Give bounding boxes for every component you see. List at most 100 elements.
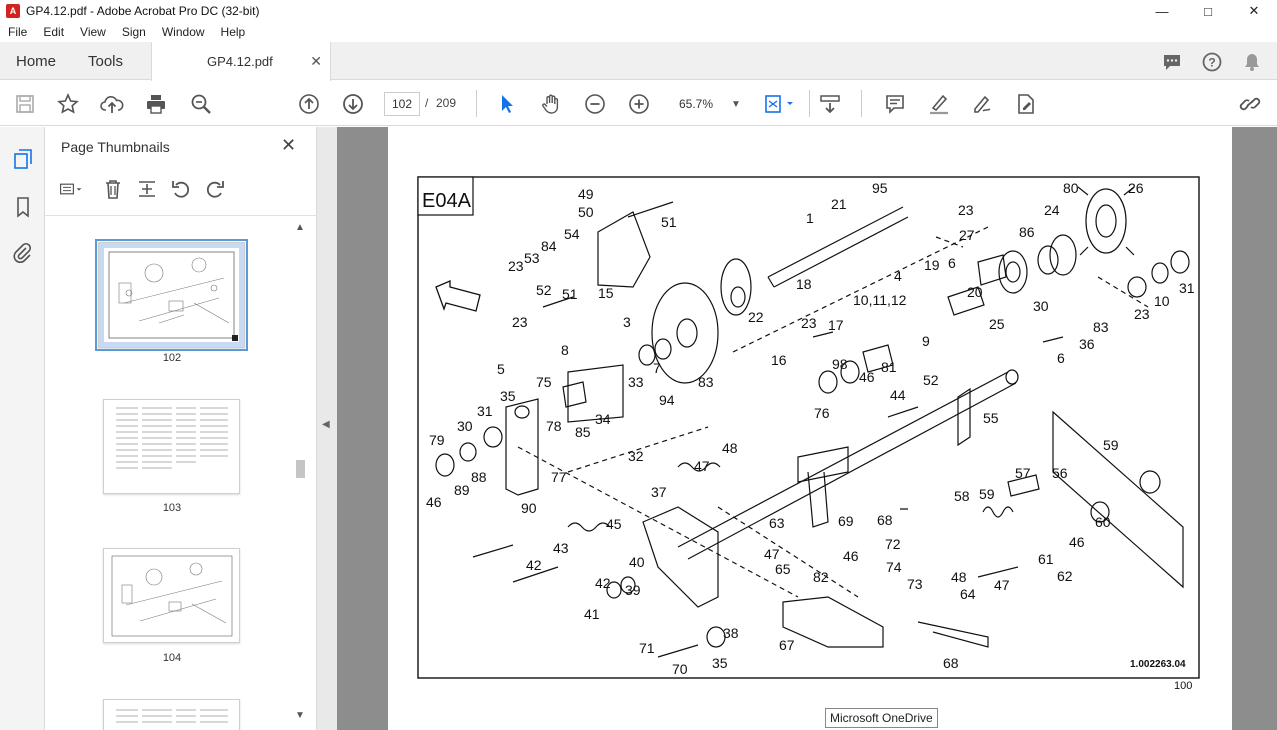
- page-up-icon[interactable]: [296, 91, 322, 117]
- part-callout: 94: [659, 392, 675, 408]
- menu-edit[interactable]: Edit: [35, 25, 72, 39]
- select-arrow-icon[interactable]: [494, 91, 520, 117]
- part-callout: 23: [512, 314, 528, 330]
- print-icon[interactable]: [143, 91, 169, 117]
- thumbnails-scrollbar[interactable]: ▲ ▼: [293, 220, 307, 728]
- window-title: GP4.12.pdf - Adobe Acrobat Pro DC (32-bi…: [26, 4, 260, 18]
- share-link-icon[interactable]: [1237, 91, 1263, 117]
- part-callout: 6: [948, 255, 956, 271]
- part-callout: 8: [561, 342, 569, 358]
- minimize-icon[interactable]: —: [1139, 0, 1185, 22]
- collapse-panel-icon[interactable]: ◀: [322, 419, 330, 430]
- edit-pdf-icon[interactable]: [1013, 91, 1039, 117]
- close-window-icon[interactable]: ✕: [1231, 0, 1277, 22]
- document-view[interactable]: E04A 1.002263.04 100 49 50 51 53 84 54 2…: [337, 127, 1277, 730]
- exploded-parts-diagram: E04A 1.002263.04 100 4950515384542352 51…: [417, 176, 1200, 692]
- tab-tools[interactable]: Tools: [88, 42, 123, 80]
- part-callout: 51: [562, 286, 578, 302]
- part-callout: 30: [457, 418, 473, 434]
- menu-help[interactable]: Help: [213, 25, 254, 39]
- part-callout: 46: [426, 494, 442, 510]
- bookmark-icon[interactable]: [11, 195, 35, 219]
- comment-icon[interactable]: [882, 91, 908, 117]
- rotate-right-icon[interactable]: [203, 177, 227, 201]
- zoom-search-icon[interactable]: [188, 91, 214, 117]
- scrollbar-thumb[interactable]: [296, 460, 305, 478]
- page-number-input[interactable]: 102: [384, 92, 420, 116]
- part-callout: 76: [814, 405, 830, 421]
- save-icon[interactable]: [12, 91, 38, 117]
- part-callout: 43: [553, 540, 569, 556]
- menu-window[interactable]: Window: [154, 25, 213, 39]
- part-callout: 7: [653, 360, 661, 376]
- part-callout: 85: [575, 424, 591, 440]
- hand-icon[interactable]: [538, 91, 564, 117]
- thumbnail-preview: [116, 407, 228, 469]
- thumbnail-label: 104: [162, 652, 182, 664]
- sign-icon[interactable]: [969, 91, 995, 117]
- part-callout: 65: [775, 561, 791, 577]
- delete-page-icon[interactable]: [101, 177, 125, 201]
- direction-arrow: [435, 280, 481, 312]
- page-down-icon[interactable]: [340, 91, 366, 117]
- attachment-icon[interactable]: [11, 241, 35, 265]
- upload-icon[interactable]: [99, 91, 125, 117]
- part-callout: 81: [881, 359, 897, 375]
- part-callout: 46: [843, 548, 859, 564]
- menu-sign[interactable]: Sign: [114, 25, 154, 39]
- part-callout: 46: [859, 369, 875, 385]
- scroll-up-icon[interactable]: ▲: [295, 222, 305, 233]
- close-tab-icon[interactable]: ✕: [310, 53, 322, 70]
- rotate-left-icon[interactable]: [169, 177, 193, 201]
- part-callout: 54: [564, 226, 580, 242]
- comment-bubble-icon[interactable]: [1161, 51, 1183, 73]
- extract-page-icon[interactable]: [135, 177, 159, 201]
- part-callout: 16: [771, 352, 787, 368]
- menu-view[interactable]: View: [72, 25, 114, 39]
- thumbnail-page-102[interactable]: [95, 239, 248, 351]
- part-callout: 56: [1052, 465, 1068, 481]
- toolbar-divider: [476, 90, 477, 117]
- fit-page-icon[interactable]: [762, 91, 798, 117]
- part-callout: 18: [796, 276, 812, 292]
- page-thumbnails-icon[interactable]: [11, 147, 35, 171]
- part-callout: 25: [989, 316, 1005, 332]
- close-panel-icon[interactable]: ✕: [281, 135, 296, 156]
- notification-bell-icon[interactable]: [1241, 51, 1263, 73]
- ref-code: E04A: [422, 190, 472, 212]
- part-callout: 95: [872, 180, 888, 196]
- part-callout: 75: [536, 374, 552, 390]
- part-callout: 41: [584, 606, 600, 622]
- toolbar-divider: [861, 90, 862, 117]
- scroll-down-icon[interactable]: ▼: [295, 710, 305, 721]
- part-callout: 42: [526, 557, 542, 573]
- scroll-mode-icon[interactable]: [817, 91, 843, 117]
- part-callout: 50: [578, 204, 594, 220]
- zoom-out-icon[interactable]: [582, 91, 608, 117]
- tab-home[interactable]: Home: [16, 42, 56, 80]
- part-callout: 67: [779, 637, 795, 653]
- maximize-icon[interactable]: □: [1185, 0, 1231, 22]
- part-callout: 88: [471, 469, 487, 485]
- thumbnail-page-105[interactable]: [103, 699, 240, 730]
- part-callout: 38: [723, 625, 739, 641]
- help-icon[interactable]: ?: [1201, 51, 1223, 73]
- thumbnail-page-103[interactable]: [103, 399, 240, 494]
- part-callout: 23: [958, 202, 974, 218]
- highlight-icon[interactable]: [926, 91, 952, 117]
- thumbnail-options-icon[interactable]: [59, 177, 83, 201]
- thumbnails-panel: Page Thumbnails ✕ 102 103 104 ▲ ▼: [45, 127, 317, 730]
- part-callout: 45: [606, 516, 622, 532]
- page-separator: /: [425, 96, 429, 110]
- zoom-level-select[interactable]: 65.7% ▼: [668, 92, 741, 116]
- star-icon[interactable]: [55, 91, 81, 117]
- tab-document[interactable]: GP4.12.pdf ✕: [151, 42, 331, 81]
- zoom-in-icon[interactable]: [626, 91, 652, 117]
- panel-splitter[interactable]: ◀: [317, 127, 337, 730]
- part-callout: 78: [546, 418, 562, 434]
- thumbnail-page-104[interactable]: [103, 548, 240, 643]
- part-callout: 33: [628, 374, 644, 390]
- svg-text:?: ?: [1208, 56, 1215, 70]
- part-callout: 15: [598, 285, 614, 301]
- menu-file[interactable]: File: [0, 25, 35, 39]
